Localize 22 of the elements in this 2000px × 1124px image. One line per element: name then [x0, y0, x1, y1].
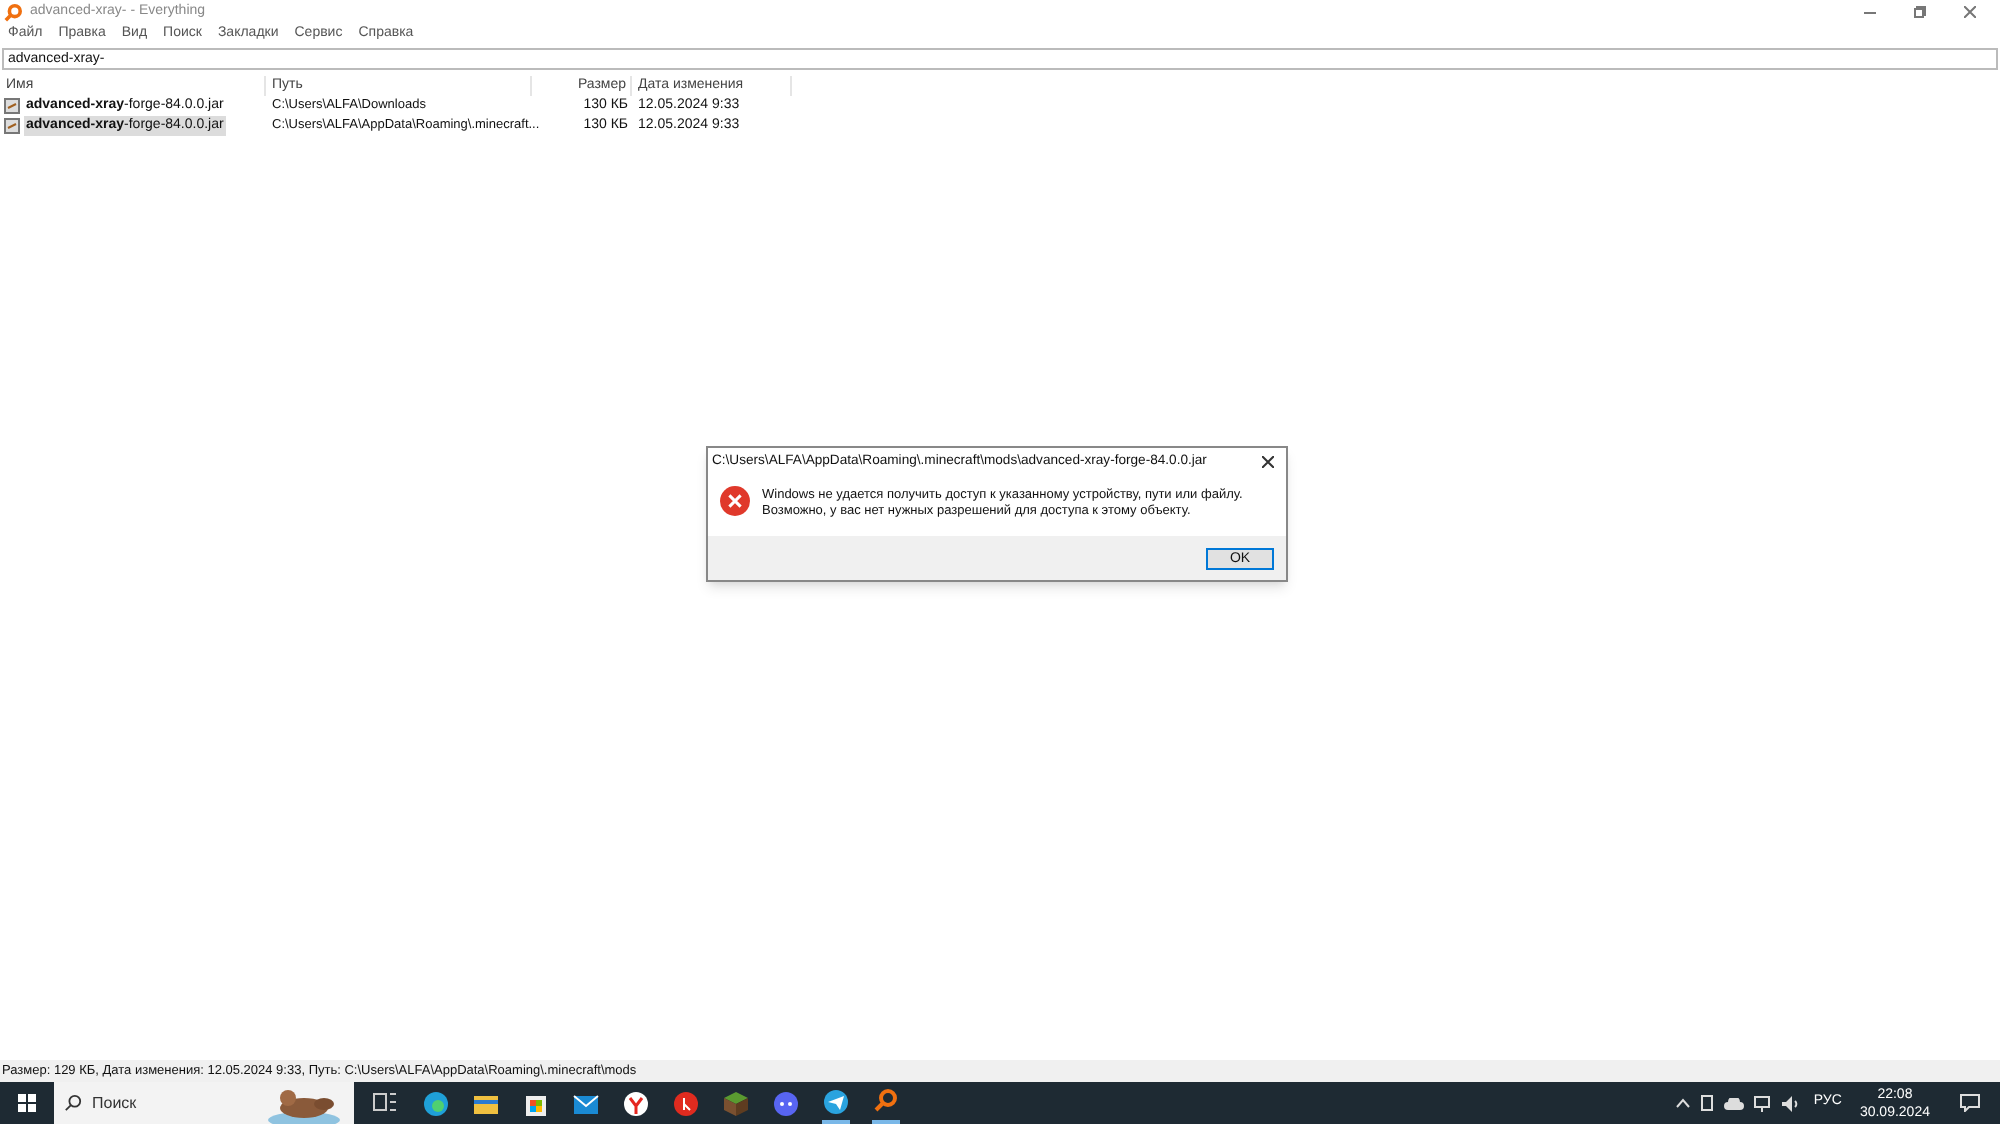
magnifier-icon[interactable]: [872, 1087, 900, 1115]
cloud-icon[interactable]: [1723, 1097, 1744, 1109]
search-placeholder: Поиск: [92, 1091, 137, 1115]
notification-icon[interactable]: [1960, 1094, 1980, 1112]
windows-start-icon[interactable]: [18, 1094, 36, 1112]
mail-envelope-icon[interactable]: [572, 1089, 600, 1117]
grass-block-icon[interactable]: [722, 1089, 750, 1117]
minimize-icon[interactable]: [1864, 11, 1876, 13]
paper-plane-icon[interactable]: [822, 1087, 850, 1115]
search-icon: [64, 1094, 82, 1112]
restore-icon[interactable]: [1914, 6, 1926, 18]
speaker-icon[interactable]: [1781, 1095, 1800, 1111]
chevron-up-icon[interactable]: [1675, 1098, 1690, 1108]
taskbar-search-field[interactable]: Поиск: [54, 1082, 354, 1124]
network-icon[interactable]: [1753, 1095, 1772, 1111]
error-icon: [720, 486, 750, 516]
close-icon[interactable]: [1262, 456, 1274, 468]
task-view-icon[interactable]: [372, 1089, 400, 1117]
jar-file-icon: [4, 98, 20, 114]
y-browser-icon[interactable]: [622, 1089, 650, 1117]
jar-file-icon: [4, 118, 20, 134]
magnifier-icon: [4, 3, 22, 21]
